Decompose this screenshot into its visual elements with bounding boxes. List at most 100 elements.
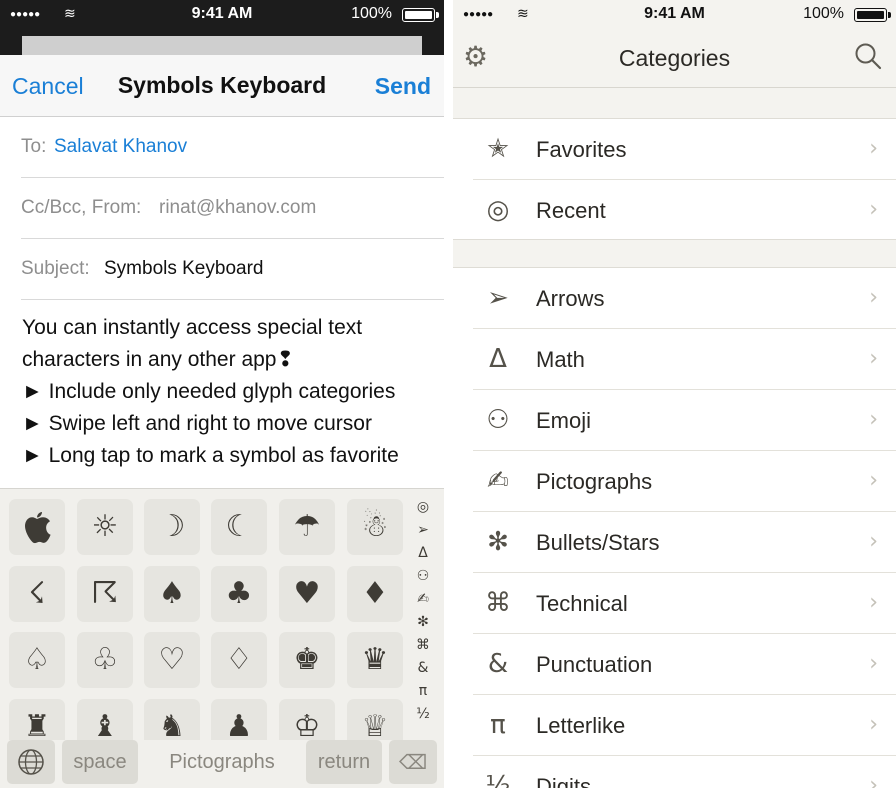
symbol-key[interactable]: ♥ <box>279 566 335 622</box>
categories-nav-bar: ⚙ Categories <box>453 30 896 88</box>
return-key[interactable]: return <box>306 740 382 784</box>
category-index-math-icon[interactable]: Δ <box>412 545 434 561</box>
symbol-key[interactable]: ☃ <box>347 499 403 555</box>
category-label: Technical <box>536 591 628 616</box>
category-row-emoji[interactable]: ⚇ Emoji › <box>473 390 896 451</box>
category-index-letterlike-icon[interactable]: π <box>412 683 434 699</box>
symbol-key[interactable]: ☽ <box>144 499 200 555</box>
ccbcc-field[interactable]: Cc/Bcc, From: rinat@khanov.com <box>21 178 444 239</box>
subject-field[interactable]: Subject: Symbols Keyboard <box>21 239 444 300</box>
body-line: ► Long tap to mark a symbol as favorite <box>22 444 399 467</box>
page-title: Categories <box>618 45 731 71</box>
to-recipient[interactable]: Salavat Khanov <box>54 136 187 158</box>
body-line: characters in any other app❢ <box>22 348 295 371</box>
body-line: You can instantly access special text <box>22 316 363 339</box>
category-row-punctuation[interactable]: & Punctuation › <box>473 634 896 695</box>
chevron-right-icon: › <box>869 346 878 371</box>
keyboard-bottom-row: space Pictographs return ⌫ <box>0 740 444 788</box>
category-row-arrows[interactable]: ➢ Arrows › <box>473 268 896 329</box>
category-label: Letterlike <box>536 713 626 738</box>
symbol-key[interactable]: ♚ <box>279 632 335 688</box>
category-row-recent[interactable]: ◎ Recent › <box>473 180 896 241</box>
search-icon[interactable] <box>854 42 882 70</box>
category-index-recent-icon[interactable]: ◎ <box>412 499 434 515</box>
symbol-key[interactable]: ♡ <box>144 632 200 688</box>
chevron-right-icon: › <box>869 529 878 554</box>
delta-icon: Δ <box>489 344 507 374</box>
bullseye-icon: ◎ <box>486 195 510 225</box>
category-row-digits[interactable]: ½ Digits › <box>473 756 896 788</box>
symbol-key[interactable]: ♣ <box>211 566 267 622</box>
category-row-pictographs[interactable]: ✍ Pictographs › <box>473 451 896 512</box>
battery-percent: 100% <box>351 5 392 22</box>
mail-compose-screen: ●●●●● ≋ 9:41 AM 100% Cancel Symbols Keyb… <box>0 0 444 788</box>
chevron-right-icon: › <box>869 590 878 615</box>
symbol-key[interactable]: ☼ <box>77 499 133 555</box>
to-label: To: <box>21 136 47 157</box>
to-field[interactable]: To: Salavat Khanov <box>21 117 444 178</box>
symbol-key[interactable]: ♤ <box>9 632 65 688</box>
panel-divider <box>444 0 453 788</box>
symbol-key[interactable]: ☾ <box>211 499 267 555</box>
category-label: Math <box>536 347 585 372</box>
battery-icon <box>402 8 439 22</box>
symbol-key[interactable]: ☈ <box>77 566 133 622</box>
category-row-technical[interactable]: ⌘ Technical › <box>473 573 896 634</box>
category-index-digits-icon[interactable]: ½ <box>412 706 434 722</box>
star-icon: ✭ <box>487 134 509 164</box>
message-body[interactable]: You can instantly access special text ch… <box>22 312 432 472</box>
category-index-arrows-icon[interactable]: ➢ <box>412 522 434 538</box>
chevron-right-icon: › <box>869 651 878 676</box>
symbol-key[interactable]: ♢ <box>211 632 267 688</box>
category-row-favorites[interactable]: ✭ Favorites › <box>473 119 896 180</box>
body-line: ► Swipe left and right to move cursor <box>22 412 372 435</box>
chevron-right-icon: › <box>869 285 878 310</box>
category-row-bullets-stars[interactable]: ✻ Bullets/Stars › <box>473 512 896 573</box>
space-key[interactable]: space <box>62 740 138 784</box>
category-group-glyphs: ➢ Arrows › Δ Math › ⚇ Emoji › ✍ Pictogra… <box>453 267 896 788</box>
ccbcc-label: Cc/Bcc, From: <box>21 197 142 218</box>
subject-label: Subject: <box>21 258 90 279</box>
subject-value[interactable]: Symbols Keyboard <box>104 258 263 280</box>
status-bar: ●●●●● ≋ 9:41 AM 100% <box>453 0 896 30</box>
delete-key[interactable]: ⌫ <box>389 740 437 784</box>
battery-icon <box>854 8 891 22</box>
category-label: Arrows <box>536 286 605 311</box>
pi-icon: π <box>490 710 506 740</box>
symbol-key[interactable]: ♠ <box>144 566 200 622</box>
category-label: Pictographs <box>536 469 653 494</box>
symbol-key[interactable]: ☂ <box>279 499 335 555</box>
category-label: Emoji <box>536 408 592 433</box>
chevron-right-icon: › <box>869 197 878 222</box>
ampersand-icon: & <box>487 649 509 679</box>
compose-nav-bar: Cancel Symbols Keyboard Send <box>0 55 444 117</box>
face-icon: ⚇ <box>486 405 510 435</box>
globe-key[interactable] <box>7 740 55 784</box>
category-index-stars-icon[interactable]: ✻ <box>412 614 434 630</box>
category-index-pictographs-icon[interactable]: ✍ <box>412 591 434 607</box>
category-index-technical-icon[interactable]: ⌘ <box>412 637 434 653</box>
fraction-icon: ½ <box>485 771 511 788</box>
category-index-punctuation-icon[interactable]: & <box>412 660 434 676</box>
chevron-right-icon: › <box>869 712 878 737</box>
category-label: Favorites <box>536 137 627 162</box>
from-address[interactable]: rinat@khanov.com <box>159 197 316 219</box>
symbol-key[interactable]: ♦ <box>347 566 403 622</box>
symbol-key[interactable]: ♧ <box>77 632 133 688</box>
chevron-right-icon: › <box>869 136 878 161</box>
symbol-key[interactable]: ♛ <box>347 632 403 688</box>
chevron-right-icon: › <box>869 773 878 788</box>
symbols-keyboard: ☼ ☽ ☾ ☂ ☃ ☇ ☈ ♠ ♣ ♥ ♦ ♤ ♧ ♡ ♢ ♚ ♛ ♜ ♝ ♞ … <box>0 488 444 788</box>
category-row-math[interactable]: Δ Math › <box>473 329 896 390</box>
symbol-key[interactable] <box>9 499 65 555</box>
category-label: Recent <box>536 198 606 223</box>
globe-icon <box>18 749 44 775</box>
current-category-label: Pictographs <box>169 751 275 773</box>
category-row-letterlike[interactable]: π Letterlike › <box>473 695 896 756</box>
send-button[interactable]: Send <box>375 73 431 100</box>
writing-hand-icon: ✍ <box>487 466 509 496</box>
category-index-emoji-icon[interactable]: ⚇ <box>412 568 434 584</box>
category-group-personal: ✭ Favorites › ◎ Recent › <box>453 118 896 240</box>
symbol-key[interactable]: ☇ <box>9 566 65 622</box>
categories-screen: ●●●●● ≋ 9:41 AM 100% ⚙ Categories ✭ Favo… <box>453 0 896 788</box>
